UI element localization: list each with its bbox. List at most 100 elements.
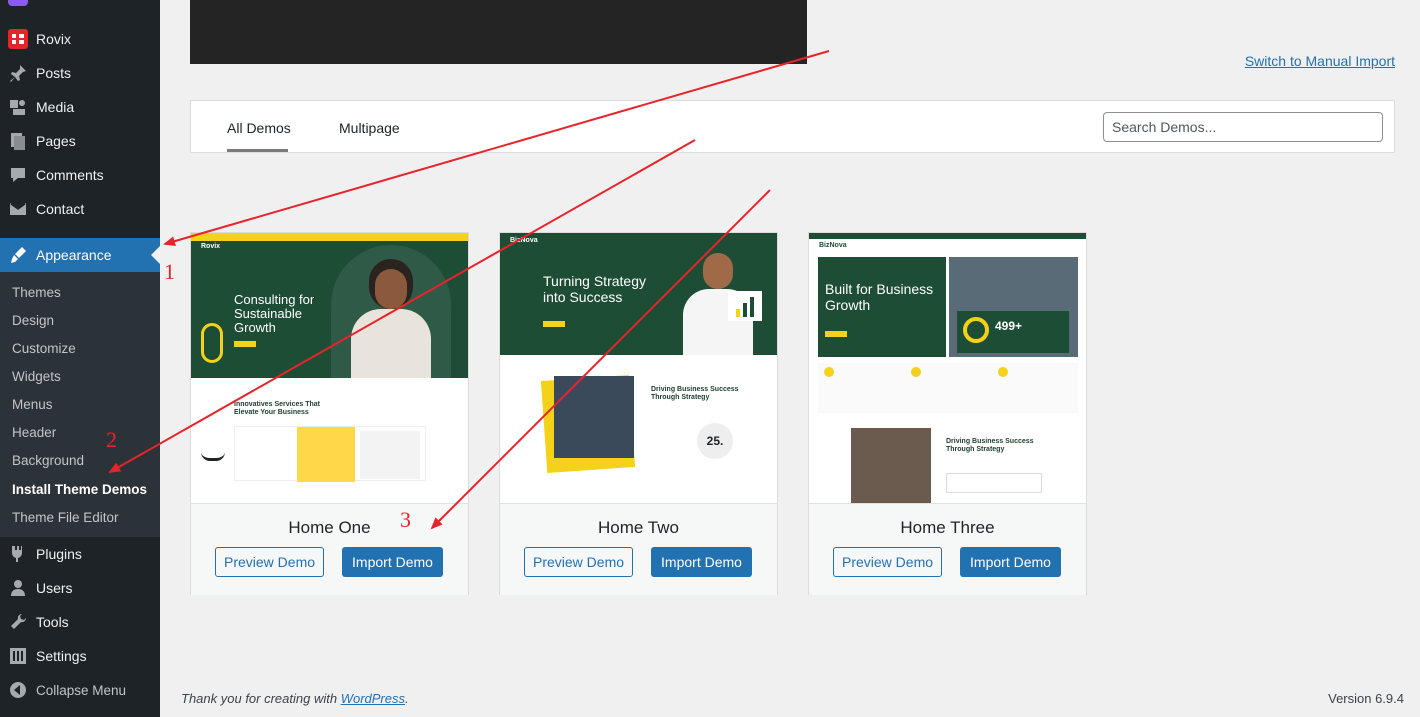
annotation-number-2: 2 [106, 427, 117, 452]
thumb-logo: BizNova [510, 237, 538, 244]
submenu-background[interactable]: Background [12, 453, 84, 468]
thumb-team-photo [851, 428, 931, 503]
comment-icon [0, 165, 36, 185]
thumb-topbar [191, 233, 468, 241]
demo-thumbnail[interactable]: BizNova Turning Strategy into Success Dr… [500, 233, 777, 503]
thumb-info-card [946, 473, 1042, 493]
preview-demo-button[interactable]: Preview Demo [215, 547, 324, 577]
menu-label: Appearance [36, 247, 112, 263]
active-tab-underline [227, 149, 288, 152]
search-demos-input[interactable] [1103, 112, 1383, 142]
appearance-submenu: Themes Design Customize Widgets Menus He… [0, 272, 160, 537]
pin-icon [0, 63, 36, 83]
demo-card-home-two: BizNova Turning Strategy into Success Dr… [499, 232, 778, 595]
menu-item-contact[interactable]: Contact [0, 192, 160, 226]
thumb-button [234, 341, 256, 347]
thumb-stat: 499+ [995, 319, 1023, 333]
collapse-icon [0, 680, 36, 700]
thumb-feature-dot [998, 367, 1008, 377]
submenu-install-theme-demos[interactable]: Install Theme Demos [12, 482, 147, 497]
submenu-themes[interactable]: Themes [12, 285, 61, 300]
thumb-feature-dot [824, 367, 834, 377]
thumb-topbar [809, 233, 1086, 239]
menu-label: Contact [36, 201, 85, 217]
menu-item-comments[interactable]: Comments [0, 158, 160, 192]
demo-thumbnail[interactable]: BizNova Built for Business Growth 499+ D… [809, 233, 1086, 503]
thumb-feature-row [818, 363, 1078, 413]
footer-version: Version 6.9.4 [1328, 691, 1404, 706]
partial-menu-icon [8, 0, 28, 6]
submenu-header[interactable]: Header [12, 425, 56, 440]
switch-manual-import-link[interactable]: Switch to Manual Import [1245, 53, 1395, 69]
menu-label: Settings [36, 648, 87, 664]
tab-all-demos[interactable]: All Demos [227, 120, 291, 136]
import-demo-button[interactable]: Import Demo [960, 547, 1061, 577]
thumb-service-card [360, 431, 420, 479]
thumb-feature-dot [911, 367, 921, 377]
preview-demo-button[interactable]: Preview Demo [833, 547, 942, 577]
thumb-chart-card [728, 291, 762, 321]
demo-title: Home Two [598, 518, 679, 537]
footer-thanks: Thank you for creating with WordPress. [181, 691, 409, 706]
admin-sidebar: Rovix Posts Media Pages Comments Contact… [0, 0, 160, 717]
footer-thanks-text: Thank you for creating with [181, 691, 338, 706]
menu-label: Comments [36, 167, 104, 183]
menu-label: Tools [36, 614, 69, 630]
active-indicator [151, 246, 160, 264]
footer-period: . [405, 691, 409, 706]
menu-item-users[interactable]: Users [0, 571, 160, 605]
menu-label: Posts [36, 65, 72, 81]
thumb-headline: Consulting for Sustainable Growth [234, 292, 315, 335]
submenu-theme-file-editor[interactable]: Theme File Editor [12, 510, 119, 525]
submenu-design[interactable]: Design [12, 313, 54, 328]
menu-label: Collapse Menu [36, 682, 127, 698]
menu-item-appearance[interactable]: Appearance [0, 238, 160, 272]
thumb-photo-shirt [351, 309, 431, 378]
thumb-photo-face [703, 253, 733, 289]
thumb-photo-face [375, 269, 407, 309]
thumb-meeting-photo: 499+ [949, 257, 1078, 357]
import-demo-button[interactable]: Import Demo [651, 547, 752, 577]
thumb-button [825, 331, 847, 337]
menu-item-plugins[interactable]: Plugins [0, 537, 160, 571]
menu-item-posts[interactable]: Posts [0, 56, 160, 90]
user-icon [0, 578, 36, 598]
card-footer: Home One Preview Demo Import Demo [191, 503, 468, 595]
thumb-stat-badge: 25. [697, 423, 733, 459]
thumb-logo: BizNova [819, 242, 847, 249]
thumb-squiggle [201, 443, 225, 461]
wordpress-link[interactable]: WordPress [341, 691, 405, 706]
demo-thumbnail[interactable]: Rovix Consulting for Sustainable Growth … [191, 233, 468, 503]
annotation-number-1: 1 [164, 259, 175, 284]
annotation-number-3: 3 [400, 507, 411, 532]
thumb-bar [736, 309, 740, 317]
tab-multipage[interactable]: Multipage [339, 120, 400, 136]
menu-item-settings[interactable]: Settings [0, 639, 160, 673]
thumb-button [543, 321, 565, 327]
submenu-customize[interactable]: Customize [12, 341, 76, 356]
thumb-progress-ring [963, 317, 989, 343]
demo-card-home-three: BizNova Built for Business Growth 499+ D… [808, 232, 1087, 595]
thumb-bar [750, 297, 754, 317]
submenu-menus[interactable]: Menus [12, 397, 53, 412]
menu-label: Users [36, 580, 73, 596]
card-footer: Home Two Preview Demo Import Demo [500, 503, 777, 595]
thumb-service-image [297, 427, 355, 482]
demo-title: Home Three [900, 518, 995, 537]
thumb-bar [743, 303, 747, 317]
mail-icon [0, 199, 36, 219]
menu-item-tools[interactable]: Tools [0, 605, 160, 639]
submenu-widgets[interactable]: Widgets [12, 369, 61, 384]
wrench-icon [0, 612, 36, 632]
menu-item-media[interactable]: Media [0, 90, 160, 124]
thumb-logo: Rovix [201, 243, 221, 250]
menu-item-rovix[interactable]: Rovix [0, 22, 160, 56]
preview-demo-button[interactable]: Preview Demo [524, 547, 633, 577]
card-footer: Home Three Preview Demo Import Demo [809, 503, 1086, 595]
thumb-office-photo [554, 376, 634, 458]
collapse-menu-button[interactable]: Collapse Menu [0, 673, 160, 707]
menu-item-pages[interactable]: Pages [0, 124, 160, 158]
demo-title: Home One [288, 518, 371, 537]
import-demo-button[interactable]: Import Demo [342, 547, 443, 577]
demo-card-home-one: Rovix Consulting for Sustainable Growth … [190, 232, 469, 595]
